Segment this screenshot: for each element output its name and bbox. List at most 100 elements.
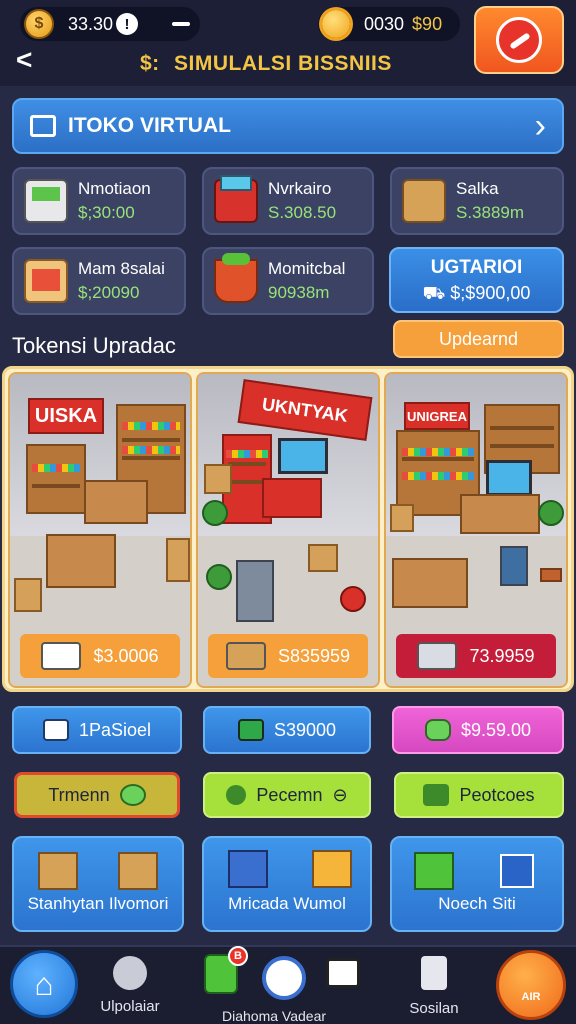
stat-card-basket[interactable]: Nvrkairo S.308.50 <box>202 167 374 235</box>
chevron-right-icon[interactable]: › <box>535 109 546 143</box>
box-icon <box>402 179 446 223</box>
coin-amount: 33.30 <box>68 13 114 34</box>
home-button[interactable]: ⌂ <box>10 950 78 1018</box>
flower-icon <box>340 586 366 612</box>
title-text: SIMULALSI BISSNIIS <box>174 52 392 75</box>
promo-button[interactable] <box>474 6 564 74</box>
play-icon[interactable] <box>262 956 306 1000</box>
minus-icon[interactable] <box>172 22 190 26</box>
shop-icon <box>24 259 68 303</box>
office-chair <box>500 546 528 586</box>
cart-icon <box>24 179 68 223</box>
device-icon <box>228 850 268 888</box>
gear-coin-icon <box>322 10 350 38</box>
notification-badge: B <box>228 946 248 966</box>
bag-icon <box>424 719 451 741</box>
stat-name: Nvrkairo <box>268 179 332 198</box>
stat-card-produce[interactable]: Momitcbal 90938m <box>202 247 374 315</box>
clipboard-icon <box>312 850 352 888</box>
coin-balance[interactable]: $ 33.30 ! <box>20 7 200 41</box>
big-button-label: Noech Siti <box>438 894 516 913</box>
upgrade-card[interactable]: UGTARIOI ⛟ $;$900,00 <box>389 247 564 313</box>
store-sign: UNIGREA <box>404 402 470 430</box>
home-icon: ⌂ <box>34 965 54 1002</box>
nav-item-upload[interactable]: Ulpolaiar <box>100 956 160 1015</box>
big-button-device[interactable]: Mricada Wumol <box>202 836 372 932</box>
store-banner[interactable]: ITOKO VIRTUAL › <box>12 98 564 154</box>
coin-icon: $ <box>24 9 54 39</box>
big-button-cube[interactable]: Noech Siti <box>390 836 564 932</box>
update-button[interactable]: Updearnd <box>393 320 564 358</box>
plant-icon <box>538 500 564 526</box>
box-icon <box>390 504 414 532</box>
stat-card-shop[interactable]: Mam 8salai $;20090 <box>12 247 186 315</box>
produce-icon <box>214 253 258 303</box>
checklist-icon <box>30 115 56 137</box>
stat-card-box[interactable]: Salka S.3889m <box>390 167 564 235</box>
store-price-button[interactable]: $3.0006 <box>20 634 180 678</box>
monitor-icon <box>486 460 532 496</box>
action-button-bag[interactable]: $9.59.00 <box>392 706 564 754</box>
stat-name: Momitcbal <box>268 259 346 278</box>
key-icon <box>226 785 247 805</box>
monitor-icon <box>278 438 328 474</box>
counter <box>46 534 116 588</box>
page-title: $: SIMULALSI BISSNIIS <box>140 52 392 76</box>
store-price-button[interactable]: S835959 <box>208 634 368 678</box>
shelf <box>26 444 86 514</box>
promo-icon <box>496 17 542 63</box>
vending-machine <box>236 560 274 622</box>
produce-box-icon <box>225 642 266 670</box>
stat-value: S.3889m <box>456 203 525 222</box>
list-icon <box>42 719 69 741</box>
plant-pot <box>540 568 562 582</box>
stat-value: $;20090 <box>78 283 140 302</box>
alarm-label: AIR <box>521 991 541 1003</box>
menu-icon <box>500 854 534 888</box>
nav-item-label: Ulpolaiar <box>100 998 160 1015</box>
alarm-button[interactable]: AIR <box>496 950 566 1020</box>
delivery-van-icon <box>41 642 82 670</box>
big-button-label: Stanhytan Ilvomori <box>27 894 169 913</box>
action-button-key[interactable]: Pecemn ⊖ <box>203 772 371 818</box>
box-icon <box>14 578 42 612</box>
nav-item-settings[interactable]: Sosilan <box>404 956 464 1017</box>
box-icon <box>308 544 338 572</box>
cash-stack-icon <box>417 642 458 670</box>
crate-icon <box>38 852 78 890</box>
stat-name: Salka <box>456 179 499 198</box>
counter <box>84 480 148 524</box>
minus-circle-icon: ⊖ <box>332 784 348 805</box>
counter <box>460 494 540 534</box>
action-button-puzzle[interactable]: Peotcoes <box>394 772 564 818</box>
stat-name: Nmotiaon <box>78 179 151 198</box>
counter <box>262 478 322 518</box>
gem-extra: $90 <box>412 13 443 34</box>
store-price-button[interactable]: 73.9959 <box>396 634 556 678</box>
stat-card-cart[interactable]: Nmotiaon $;30:00 <box>12 167 186 235</box>
big-button-crates[interactable]: Stanhytan Ilvomori <box>12 836 184 932</box>
action-button-chart[interactable]: S39000 <box>203 706 371 754</box>
banner-title: ITOKO VIRTUAL <box>68 114 231 137</box>
cube-icon <box>414 852 454 890</box>
gem-balance[interactable]: 0030 $90 <box>318 7 460 41</box>
action-button-list[interactable]: 1PaSioel <box>12 706 182 754</box>
chart-icon <box>237 719 264 741</box>
gem-amount: 0030 <box>364 13 405 34</box>
back-button[interactable]: < <box>16 44 32 76</box>
wrench-icon <box>113 956 147 990</box>
action-button-map[interactable]: Trmenn <box>14 772 180 818</box>
upgrade-value: ⛟ $;$900,00 <box>422 283 531 303</box>
store-card-3[interactable]: UNIGREA 73.9959 <box>384 372 568 688</box>
stat-value: 90938m <box>268 283 330 302</box>
map-icon <box>119 784 146 806</box>
box-icon <box>204 464 232 494</box>
store-card-2[interactable]: UKNTYAK S835959 <box>196 372 380 688</box>
stat-value: S.308.50 <box>268 203 337 222</box>
counter <box>392 558 468 608</box>
nav-item-label: Diahoma Vadear <box>222 1008 327 1024</box>
store-card-1[interactable]: UISKA $3.0006 <box>8 372 192 688</box>
alert-icon[interactable]: ! <box>116 13 138 35</box>
window-icon[interactable] <box>326 958 360 988</box>
store-sign: UISKA <box>28 398 104 434</box>
